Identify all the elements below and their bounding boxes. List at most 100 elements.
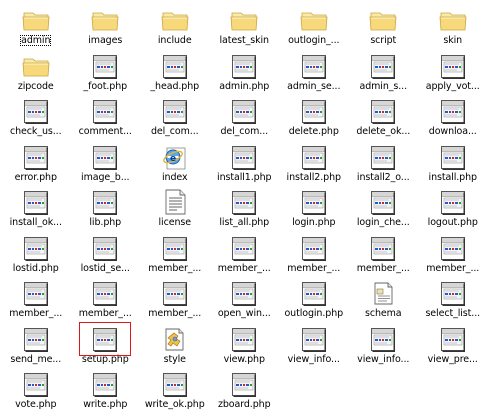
php-file-icon xyxy=(437,324,469,354)
file-item-label: license xyxy=(158,217,192,228)
file-item[interactable]: check_us... xyxy=(1,93,71,139)
file-item[interactable]: member_... xyxy=(1,275,71,321)
file-item[interactable]: open_win... xyxy=(210,275,280,321)
file-item-label: view_info... xyxy=(357,353,410,365)
file-item[interactable]: login_che... xyxy=(349,184,419,230)
file-item[interactable]: install1.php xyxy=(210,139,280,185)
file-item[interactable]: admin.php xyxy=(210,48,280,94)
file-item[interactable]: delete.php xyxy=(279,93,349,139)
file-item[interactable]: include xyxy=(140,2,210,48)
file-item[interactable]: member_... xyxy=(279,230,349,276)
file-item[interactable]: images xyxy=(71,2,141,48)
file-item-label: del_com... xyxy=(150,126,199,137)
php-file-icon xyxy=(228,233,260,263)
file-item[interactable]: member_... xyxy=(140,275,210,321)
folder-icon xyxy=(367,5,399,35)
file-item[interactable]: del_com... xyxy=(210,93,280,139)
file-item[interactable]: view.php xyxy=(210,321,280,367)
file-item-label: member_... xyxy=(148,262,202,274)
file-item[interactable]: list_all.php xyxy=(210,184,280,230)
file-item[interactable]: member_... xyxy=(140,230,210,276)
file-item[interactable]: member_... xyxy=(210,230,280,276)
file-item[interactable]: setup.php xyxy=(71,321,141,367)
file-item[interactable]: _foot.php xyxy=(71,48,141,94)
file-item[interactable]: outlogin.php xyxy=(279,275,349,321)
file-icon-grid: admin images include latest_skin outlogi… xyxy=(1,2,488,412)
file-item[interactable]: schema xyxy=(349,275,419,321)
file-item[interactable]: latest_skin xyxy=(210,2,280,48)
file-item[interactable]: lostid.php xyxy=(1,230,71,276)
file-item-label: login.php xyxy=(292,217,336,228)
file-item[interactable]: outlogin_... xyxy=(279,2,349,48)
file-item[interactable]: lostid_se... xyxy=(71,230,141,276)
file-item[interactable]: admin_s... xyxy=(349,48,419,94)
file-item[interactable]: write_ok.php xyxy=(140,366,210,412)
file-item[interactable]: member_... xyxy=(418,230,488,276)
php-file-icon xyxy=(367,233,399,263)
file-item-label: member_... xyxy=(356,262,410,274)
file-item[interactable]: admin xyxy=(1,2,71,48)
php-file-icon xyxy=(20,142,52,172)
file-item[interactable]: script xyxy=(349,2,419,48)
file-item[interactable]: error.php xyxy=(1,139,71,185)
file-item-label: zboard.php xyxy=(217,399,271,410)
file-item[interactable]: install2.php xyxy=(279,139,349,185)
file-item[interactable]: send_me... xyxy=(1,321,71,367)
file-item[interactable]: _head.php xyxy=(140,48,210,94)
file-item-label: comment... xyxy=(78,126,132,137)
file-item-label: skin xyxy=(443,35,463,46)
folder-icon xyxy=(159,5,191,35)
file-item-label: zipcode xyxy=(17,80,54,92)
file-item[interactable]: member_... xyxy=(349,230,419,276)
file-item[interactable]: zipcode xyxy=(1,48,71,94)
php-file-icon xyxy=(89,142,121,172)
file-item[interactable]: license xyxy=(140,184,210,230)
file-item[interactable]: select_list... xyxy=(418,275,488,321)
file-item-label: open_win... xyxy=(217,308,271,319)
svg-text:e: e xyxy=(170,154,176,164)
file-item[interactable]: delete_ok... xyxy=(349,93,419,139)
file-item[interactable]: comment... xyxy=(71,93,141,139)
file-item-label: install1.php xyxy=(217,171,272,183)
file-item[interactable]: view_pre... xyxy=(418,321,488,367)
php-file-icon xyxy=(89,51,121,81)
file-item[interactable]: install_ok... xyxy=(1,184,71,230)
file-item[interactable]: e index xyxy=(140,139,210,185)
file-item[interactable]: login.php xyxy=(279,184,349,230)
file-item[interactable]: del_com... xyxy=(140,93,210,139)
php-file-icon xyxy=(89,233,121,263)
file-item-label: delete.php xyxy=(288,126,339,137)
file-item[interactable]: style xyxy=(140,321,210,367)
file-item-label: write.php xyxy=(83,399,128,410)
file-item-label: login_che... xyxy=(356,217,410,228)
php-file-icon xyxy=(159,51,191,81)
file-item[interactable]: zboard.php xyxy=(210,366,280,412)
file-item[interactable]: vote.php xyxy=(1,366,71,412)
file-item-label: view_info... xyxy=(287,353,340,365)
file-item[interactable]: apply_vot... xyxy=(418,48,488,94)
file-item[interactable]: member_... xyxy=(71,275,141,321)
php-file-icon xyxy=(20,278,52,308)
file-item[interactable]: lib.php xyxy=(71,184,141,230)
php-file-icon xyxy=(228,278,260,308)
file-item-label: install2.php xyxy=(286,171,341,183)
file-item[interactable]: install2_o... xyxy=(349,139,419,185)
file-item[interactable]: skin xyxy=(418,2,488,48)
file-item[interactable]: write.php xyxy=(71,366,141,412)
php-file-icon xyxy=(159,369,191,399)
file-item[interactable]: install.php xyxy=(418,139,488,185)
file-item[interactable]: downloa... xyxy=(418,93,488,139)
file-item[interactable]: image_b... xyxy=(71,139,141,185)
php-file-icon xyxy=(437,96,469,126)
php-file-icon xyxy=(20,187,52,217)
folder-icon xyxy=(20,51,52,81)
file-item-label: outlogin.php xyxy=(284,308,344,319)
php-file-icon xyxy=(437,51,469,81)
file-item[interactable]: admin_se... xyxy=(279,48,349,94)
file-item[interactable]: view_info... xyxy=(349,321,419,367)
file-item[interactable]: view_info... xyxy=(279,321,349,367)
php-file-icon xyxy=(159,96,191,126)
php-file-icon xyxy=(89,369,121,399)
php-file-icon xyxy=(367,142,399,172)
file-item[interactable]: logout.php xyxy=(418,184,488,230)
